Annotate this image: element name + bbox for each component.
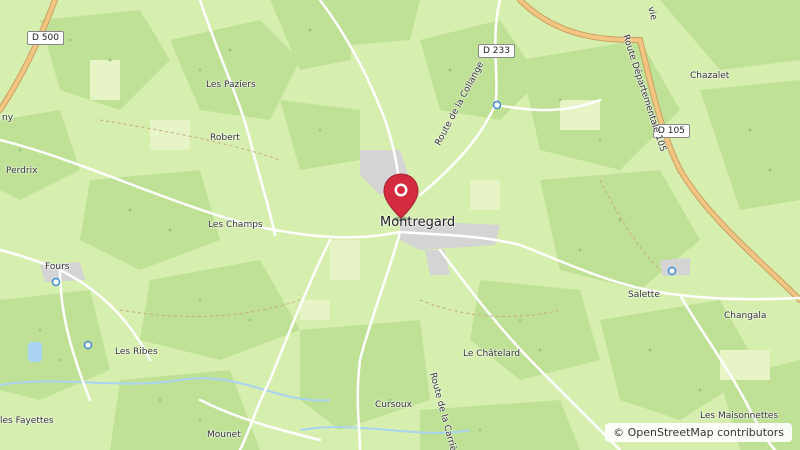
place-label-les-ribes: Les Ribes (115, 347, 158, 357)
place-label-changala: Changala (724, 311, 767, 321)
road-shield-d500: D 500 (27, 31, 64, 45)
place-label-salette: Salette (628, 290, 660, 300)
place-label-les-fayettes: les Fayettes (0, 416, 54, 426)
place-label-chazalet: Chazalet (690, 71, 730, 81)
place-label-ny: ny (2, 113, 14, 123)
place-label-perdrix: Perdrix (6, 166, 38, 176)
place-label-les-champs: Les Champs (208, 220, 263, 230)
road-shield-d233: D 233 (478, 44, 515, 58)
place-label-le-chatelard: Le Châtelard (463, 349, 521, 359)
location-pin-icon[interactable] (382, 172, 420, 222)
map-view[interactable]: D 500 D 233 D 105 Route de la Collange R… (0, 0, 800, 450)
copyright-symbol: © (613, 426, 625, 439)
place-label-cursoux: Cursoux (375, 400, 412, 410)
place-label-les-maisonnettes: Les Maisonnettes (700, 411, 779, 421)
place-label-mounet: Mounet (207, 430, 241, 440)
place-label-robert: Robert (210, 133, 240, 143)
attribution-link[interactable]: OpenStreetMap contributors (628, 426, 784, 439)
attribution: © OpenStreetMap contributors (605, 423, 792, 442)
place-label-les-paziers: Les Paziers (206, 80, 256, 90)
place-label-fours: Fours (45, 262, 70, 272)
